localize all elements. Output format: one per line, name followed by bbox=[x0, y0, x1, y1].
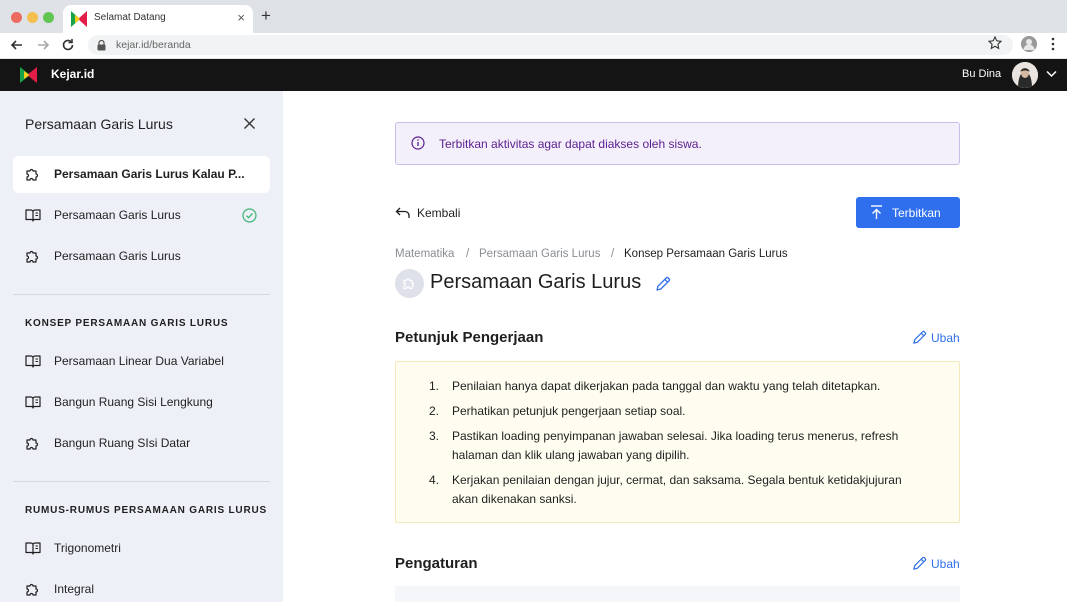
app-header: Kejar.id Bu Dina bbox=[0, 59, 1067, 91]
sidebar-divider bbox=[13, 294, 270, 295]
book-icon bbox=[25, 396, 41, 409]
browser-tab[interactable]: Selamat Datang × bbox=[63, 5, 253, 33]
breadcrumb-item[interactable]: Matematika bbox=[395, 248, 454, 260]
instructions-box: 1. Penilaian hanya dapat dikerjakan pada… bbox=[395, 361, 960, 523]
sidebar-item-integral[interactable]: Integral bbox=[13, 571, 270, 602]
browser-profile-avatar[interactable] bbox=[1021, 36, 1037, 52]
puzzle-icon bbox=[26, 250, 39, 263]
list-number: 4. bbox=[429, 473, 440, 487]
check-circle-icon bbox=[242, 208, 257, 223]
sidebar-item-label: Bangun Ruang Sisi Lengkung bbox=[54, 395, 213, 409]
sidebar-item-label: Persamaan Garis Lurus bbox=[54, 208, 181, 222]
url-text: kejar.id/beranda bbox=[116, 39, 191, 51]
list-number: 1. bbox=[429, 379, 440, 393]
sidebar-title: Persamaan Garis Lurus bbox=[25, 116, 173, 132]
list-text: Pastikan loading penyimpanan jawaban sel… bbox=[452, 429, 899, 462]
list-number: 2. bbox=[429, 404, 440, 418]
settings-title: Pengaturan bbox=[395, 555, 478, 572]
window-close-button[interactable] bbox=[11, 12, 22, 23]
return-arrow-icon bbox=[395, 207, 410, 218]
sidebar-item-persamaan-garis-lurus-2[interactable]: Persamaan Garis Lurus bbox=[13, 238, 270, 275]
puzzle-icon bbox=[26, 168, 39, 181]
breadcrumb-separator: / bbox=[466, 248, 470, 260]
close-icon[interactable] bbox=[243, 117, 256, 130]
banner-text: Terbitkan aktivitas agar dapat diakses o… bbox=[439, 137, 702, 151]
upload-icon bbox=[871, 205, 882, 219]
settings-box bbox=[395, 586, 960, 602]
breadcrumb-separator: / bbox=[611, 248, 615, 260]
sidebar-item-label: Bangun Ruang SIsi Datar bbox=[54, 436, 191, 450]
pencil-icon bbox=[913, 330, 927, 344]
edit-label: Ubah bbox=[931, 557, 960, 571]
url-input[interactable]: kejar.id/beranda bbox=[88, 35, 1013, 55]
browser-menu-icon[interactable] bbox=[1050, 37, 1056, 51]
sidebar-item-trigonometri[interactable]: Trigonometri bbox=[13, 530, 270, 567]
activity-type-avatar bbox=[395, 269, 424, 298]
kejar-logo-icon[interactable] bbox=[20, 67, 37, 83]
forward-arrow-icon[interactable] bbox=[34, 36, 52, 54]
lock-icon bbox=[97, 40, 106, 51]
page-title: Persamaan Garis Lurus bbox=[430, 271, 642, 293]
sidebar-item-label: Persamaan Linear Dua Variabel bbox=[54, 354, 224, 368]
pencil-icon bbox=[913, 556, 927, 570]
book-icon bbox=[25, 355, 41, 368]
puzzle-icon bbox=[403, 278, 415, 290]
sidebar-section-title: KONSEP PERSAMAAN GARIS LURUS bbox=[25, 318, 229, 329]
browser-tab-bar: Selamat Datang × + bbox=[0, 0, 1067, 33]
chevron-down-icon[interactable] bbox=[1046, 70, 1057, 78]
tab-close-button[interactable]: × bbox=[237, 10, 245, 26]
window-maximize-button[interactable] bbox=[43, 12, 54, 23]
puzzle-icon bbox=[26, 583, 39, 596]
back-arrow-icon[interactable] bbox=[8, 36, 26, 54]
sidebar-item-bangun-ruang-sisi-datar[interactable]: Bangun Ruang SIsi Datar bbox=[13, 425, 270, 462]
sidebar-item-label: Integral bbox=[54, 582, 95, 596]
book-icon bbox=[25, 542, 41, 555]
sidebar-item-persamaan-garis-lurus[interactable]: Persamaan Garis Lurus bbox=[13, 197, 270, 234]
book-icon bbox=[25, 209, 41, 222]
puzzle-icon bbox=[26, 437, 39, 450]
kejar-favicon-icon bbox=[71, 11, 87, 27]
info-banner: Terbitkan aktivitas agar dapat diakses o… bbox=[395, 122, 960, 165]
sidebar-section-title: RUMUS-RUMUS PERSAMAAN GARIS LURUS bbox=[25, 505, 267, 516]
sidebar-item-persamaan-linear-dua-variabel[interactable]: Persamaan Linear Dua Variabel bbox=[13, 343, 270, 380]
edit-label: Ubah bbox=[931, 331, 960, 345]
instructions-title: Petunjuk Pengerjaan bbox=[395, 329, 544, 346]
sidebar: Persamaan Garis Lurus Persamaan Garis Lu… bbox=[0, 91, 283, 602]
sidebar-item-bangun-ruang-sisi-lengkung[interactable]: Bangun Ruang Sisi Lengkung bbox=[13, 384, 270, 421]
sidebar-item-persamaan-garis-lurus-kalau[interactable]: Persamaan Garis Lurus Kalau P... bbox=[13, 156, 270, 193]
publish-label: Terbitkan bbox=[892, 206, 941, 220]
sidebar-item-label: Persamaan Garis Lurus Kalau P... bbox=[54, 167, 245, 181]
new-tab-button[interactable]: + bbox=[261, 6, 271, 26]
user-name[interactable]: Bu Dina bbox=[962, 68, 1001, 80]
list-text: Penilaian hanya dapat dikerjakan pada ta… bbox=[452, 379, 881, 393]
list-number: 3. bbox=[429, 429, 440, 443]
user-avatar[interactable] bbox=[1012, 62, 1038, 88]
breadcrumb-current: Konsep Persamaan Garis Lurus bbox=[624, 248, 788, 260]
sidebar-divider bbox=[13, 481, 270, 482]
list-text: Kerjakan penilaian dengan jujur, cermat,… bbox=[452, 473, 902, 506]
sidebar-item-label: Trigonometri bbox=[54, 541, 121, 555]
app-name[interactable]: Kejar.id bbox=[51, 67, 94, 81]
reload-icon[interactable] bbox=[59, 36, 77, 54]
sidebar-item-label: Persamaan Garis Lurus bbox=[54, 249, 181, 263]
browser-address-bar: kejar.id/beranda bbox=[0, 33, 1067, 59]
list-text: Perhatikan petunjuk pengerjaan setiap so… bbox=[452, 404, 686, 418]
window-minimize-button[interactable] bbox=[27, 12, 38, 23]
back-label: Kembali bbox=[417, 206, 461, 220]
publish-button[interactable]: Terbitkan bbox=[856, 197, 960, 228]
breadcrumb-item[interactable]: Persamaan Garis Lurus bbox=[479, 248, 600, 260]
info-icon bbox=[411, 136, 425, 150]
bookmark-star-icon[interactable] bbox=[988, 36, 1002, 50]
tab-title: Selamat Datang bbox=[94, 12, 166, 23]
pencil-icon[interactable] bbox=[655, 276, 671, 292]
